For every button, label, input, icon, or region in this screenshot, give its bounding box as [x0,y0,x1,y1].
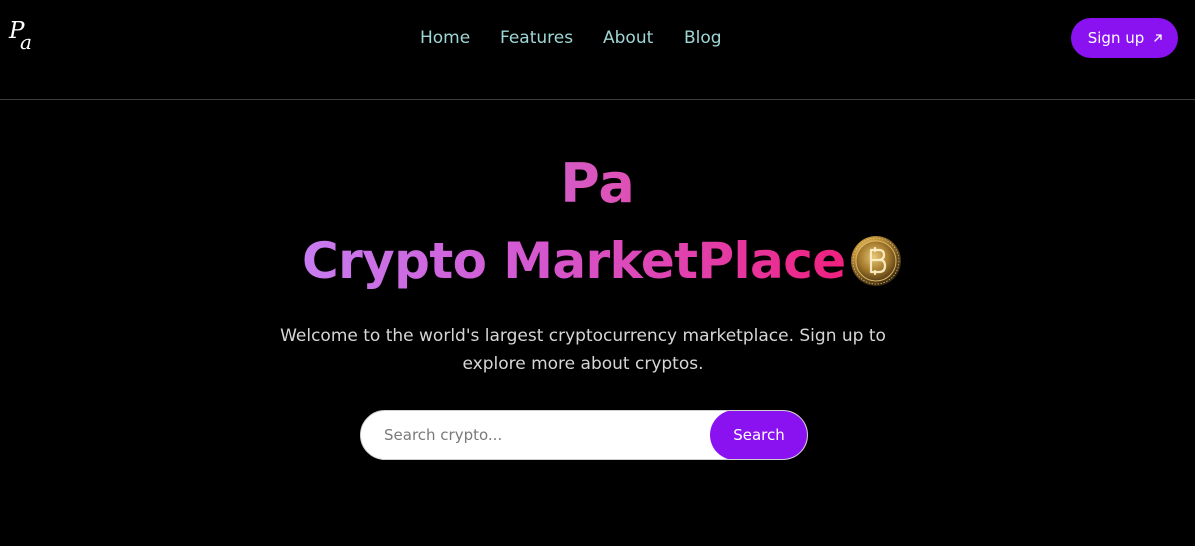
nav-link-about[interactable]: About [603,27,653,49]
hero-brand-text: Pa [560,152,635,215]
nav-link-blog[interactable]: Blog [684,27,722,49]
search-button[interactable]: Search [710,411,807,459]
nav-link-home[interactable]: Home [420,27,470,49]
search-input[interactable] [361,411,711,459]
arrow-up-right-icon [1154,34,1162,42]
hero-title-text: Crypto MarketPlace [302,229,846,293]
search-bar: Search [360,410,808,460]
hero-title-brand: Pa [0,153,1195,215]
bitcoin-coin-icon [850,236,901,286]
signup-button[interactable]: Sign up [1071,18,1178,58]
page: P a Home Features About Blog Sign up Pa … [0,0,1195,546]
nav-link-features[interactable]: Features [500,27,573,49]
signup-button-label: Sign up [1087,29,1145,47]
hero-subtitle: Welcome to the world's largest cryptocur… [280,326,886,374]
main-nav: Home Features About Blog [0,27,1195,51]
top-navbar: P a Home Features About Blog Sign up [0,0,1195,100]
hero-title: Crypto MarketPlace [302,228,902,294]
